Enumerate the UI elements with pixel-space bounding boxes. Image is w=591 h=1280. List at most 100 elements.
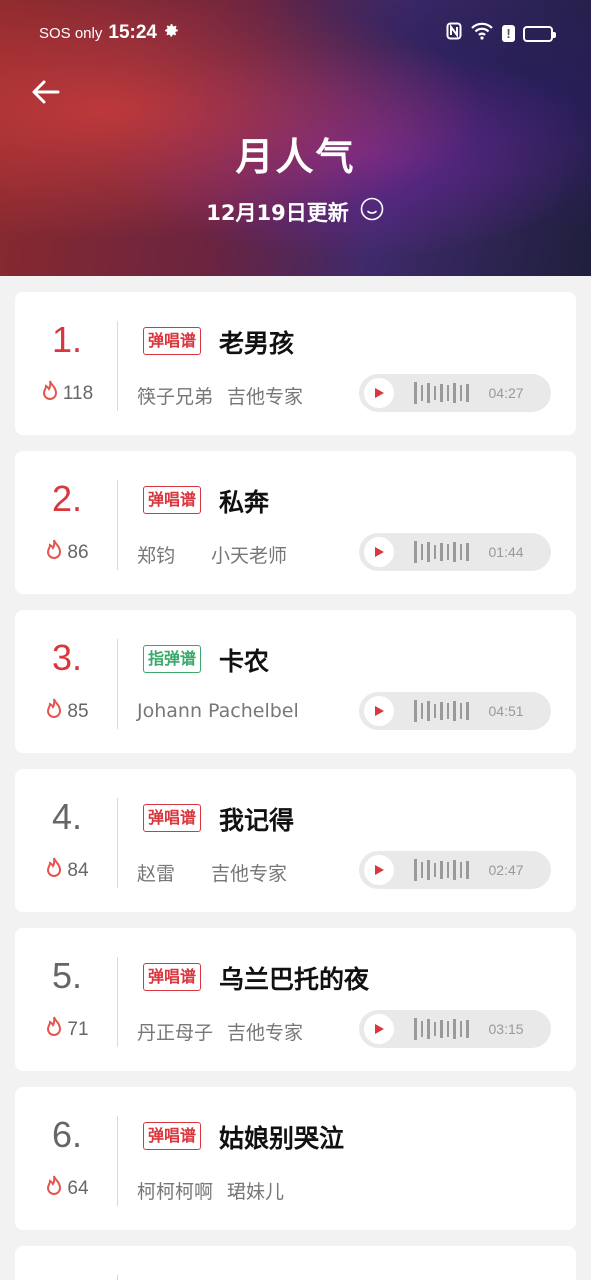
alert-icon: ! <box>502 25 515 42</box>
arranger-name: 吉他专家 <box>227 386 304 408</box>
heat-value: 85 <box>67 701 89 722</box>
flame-icon <box>45 1175 63 1203</box>
credits: Johann Pachelbel <box>137 700 313 722</box>
arranger-name: 吉他专家 <box>227 1022 304 1044</box>
divider <box>117 957 118 1047</box>
divider <box>117 798 118 888</box>
waveform-icon <box>414 859 469 881</box>
sheet-type-tag: 弹唱谱 <box>143 963 202 991</box>
back-arrow-icon[interactable] <box>28 74 64 110</box>
heat-score: 84 <box>15 857 119 885</box>
rank-number: 3. <box>51 637 83 678</box>
artist-name: 丹正母子 <box>137 1022 214 1044</box>
song-card[interactable]: 2. 86 弹唱谱 私奔 郑钧 小天老师 01:44 <box>15 451 576 594</box>
duration-label: 02:47 <box>488 862 524 878</box>
credits: 丹正母子 吉他专家 <box>137 1018 317 1045</box>
sheet-type-tag: 指弹谱 <box>143 645 202 673</box>
divider <box>117 639 118 729</box>
credits: 筷子兄弟 吉他专家 <box>137 382 317 409</box>
wifi-icon <box>470 22 494 45</box>
waveform-icon <box>414 1018 469 1040</box>
heat-value: 118 <box>62 383 94 404</box>
rank-number: 5. <box>51 955 83 996</box>
duration-label: 04:27 <box>488 385 524 401</box>
heat-score: 71 <box>15 1016 119 1044</box>
update-date-label: 12月19日更新 <box>206 200 349 225</box>
artist-name: 赵雷 <box>137 863 176 885</box>
audio-player[interactable]: 01:44 <box>359 533 551 571</box>
flame-icon <box>45 698 63 726</box>
waveform-icon <box>414 541 469 563</box>
flame-icon <box>45 857 63 885</box>
sheet-type-tag: 弹唱谱 <box>143 804 202 832</box>
duration-label: 03:15 <box>488 1021 524 1037</box>
song-title[interactable]: 卡农 <box>219 642 269 678</box>
song-title[interactable]: 乌兰巴托的夜 <box>219 960 369 996</box>
divider <box>117 1275 118 1280</box>
sheet-type-tag: 弹唱谱 <box>143 486 202 514</box>
flame-icon <box>45 1016 63 1044</box>
heat-value: 86 <box>67 542 89 563</box>
song-title[interactable]: 老男孩 <box>219 324 294 360</box>
nfc-icon <box>446 22 462 45</box>
heat-value: 71 <box>67 1019 89 1040</box>
song-title[interactable]: 姑娘别哭泣 <box>219 1119 344 1155</box>
heat-score: 64 <box>15 1175 119 1203</box>
song-title[interactable]: 我记得 <box>219 801 294 837</box>
song-card[interactable]: 4. 84 弹唱谱 我记得 赵雷 吉他专家 02:47 <box>15 769 576 912</box>
artist-name: 筷子兄弟 <box>137 386 214 408</box>
status-bar: SOS only 15:24 ! <box>0 18 591 48</box>
header-banner: SOS only 15:24 ! 月人气 12月19日更新 <box>0 0 591 276</box>
audio-player[interactable]: 04:27 <box>359 374 551 412</box>
play-icon[interactable] <box>364 855 394 885</box>
arranger-name: 小天老师 <box>211 545 288 567</box>
song-card-partial[interactable] <box>15 1246 576 1280</box>
flame-icon <box>41 380 59 408</box>
divider <box>117 1116 118 1206</box>
duration-label: 01:44 <box>488 544 524 560</box>
credits: 柯柯柯啊 珺妹儿 <box>137 1177 298 1204</box>
play-icon[interactable] <box>364 537 394 567</box>
artist-name: 柯柯柯啊 <box>137 1181 214 1203</box>
heat-value: 84 <box>67 860 89 881</box>
rank-number: 1. <box>51 319 83 360</box>
gear-icon <box>163 22 180 44</box>
battery-icon <box>523 25 556 42</box>
page-title: 月人气 <box>235 135 356 179</box>
play-icon[interactable] <box>364 1014 394 1044</box>
audio-player[interactable]: 02:47 <box>359 851 551 889</box>
audio-player[interactable]: 04:51 <box>359 692 551 730</box>
clock-refresh-icon[interactable] <box>359 196 385 227</box>
rank-number: 4. <box>51 796 83 837</box>
heat-value: 64 <box>67 1178 89 1199</box>
heat-score: 86 <box>15 539 119 567</box>
song-card[interactable]: 3. 85 指弹谱 卡农 Johann Pachelbel 04:51 <box>15 610 576 753</box>
credits: 赵雷 吉他专家 <box>137 859 301 886</box>
divider <box>117 480 118 570</box>
song-title[interactable]: 私奔 <box>219 483 269 519</box>
audio-player[interactable]: 03:15 <box>359 1010 551 1048</box>
rank-number: 6. <box>51 1114 83 1155</box>
arranger-name: 吉他专家 <box>211 863 288 885</box>
artist-name: Johann Pachelbel <box>137 700 299 722</box>
play-icon[interactable] <box>364 696 394 726</box>
update-info: 12月19日更新 <box>0 196 591 227</box>
song-card[interactable]: 6. 64 弹唱谱 姑娘别哭泣 柯柯柯啊 珺妹儿 <box>15 1087 576 1230</box>
divider <box>117 321 118 411</box>
sheet-type-tag: 弹唱谱 <box>143 327 202 355</box>
waveform-icon <box>414 382 469 404</box>
sheet-type-tag: 弹唱谱 <box>143 1122 202 1150</box>
heat-score: 85 <box>15 698 119 726</box>
arranger-name: 珺妹儿 <box>227 1181 285 1203</box>
credits: 郑钧 小天老师 <box>137 541 301 568</box>
song-card[interactable]: 5. 71 弹唱谱 乌兰巴托的夜 丹正母子 吉他专家 03:15 <box>15 928 576 1071</box>
waveform-icon <box>414 700 469 722</box>
song-card[interactable]: 1. 118 弹唱谱 老男孩 筷子兄弟 吉他专家 04:27 <box>15 292 576 435</box>
duration-label: 04:51 <box>488 703 524 719</box>
rank-number: 2. <box>51 478 83 519</box>
play-icon[interactable] <box>364 378 394 408</box>
ranking-list: 1. 118 弹唱谱 老男孩 筷子兄弟 吉他专家 04:27 2. 86 弹唱谱… <box>15 292 576 1280</box>
heat-score: 118 <box>15 380 119 408</box>
carrier-label: SOS only <box>39 24 103 42</box>
artist-name: 郑钧 <box>137 545 176 567</box>
